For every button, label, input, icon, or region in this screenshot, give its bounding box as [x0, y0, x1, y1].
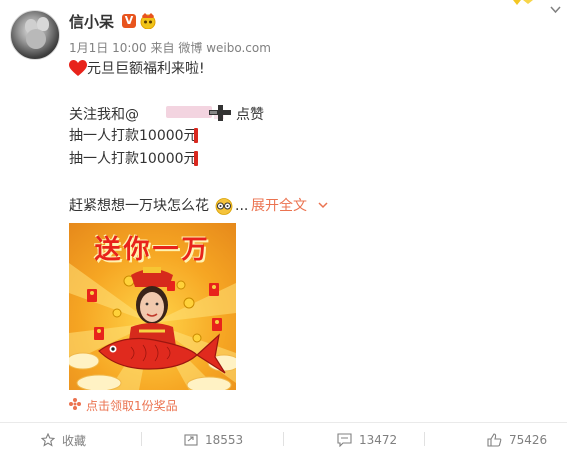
post-time[interactable]: 10:00 — [112, 41, 147, 55]
comment-count: 13472 — [359, 433, 398, 447]
exclamation-icon — [194, 128, 198, 143]
comment-icon — [337, 433, 352, 447]
username[interactable]: 信小呆 — [69, 11, 114, 32]
favorite-label: 收藏 — [62, 433, 87, 448]
like-button[interactable]: 75426 — [487, 429, 547, 451]
top-decor-icon — [513, 0, 533, 5]
plus-sticker-icon — [209, 105, 231, 121]
repost-count: 18553 — [205, 433, 244, 447]
verified-badge[interactable]: V — [122, 14, 136, 28]
expand-full-text-link[interactable]: 展开全文 — [251, 196, 307, 216]
action-separator — [283, 432, 284, 446]
poster-title: 送你一万 — [94, 235, 211, 265]
post-line-2-suffix: 点赞 — [236, 107, 264, 123]
blurred-mention[interactable] — [166, 106, 212, 118]
like-icon — [487, 433, 502, 447]
post-line-4: 抽一人打款10000元 — [69, 151, 198, 167]
post-line-2-prefix: 关注我和@ — [69, 107, 139, 123]
post-date[interactable]: 1月1日 — [69, 41, 108, 55]
action-separator — [141, 432, 142, 446]
post-meta: 1月1日 10:00 来自 微博 weibo.com — [69, 39, 271, 56]
reward-icon[interactable] — [69, 398, 81, 410]
post-source[interactable]: 微博 weibo.com — [178, 41, 271, 55]
emoji-icon — [215, 198, 233, 215]
post-line-3: 抽一人打款10000元 — [69, 128, 198, 144]
post-image[interactable]: 送你一万 — [69, 223, 236, 390]
repost-icon — [184, 434, 198, 446]
crown-icon[interactable] — [139, 12, 157, 29]
post-line-2: 关注我和@ — [69, 105, 139, 125]
comment-button[interactable]: 13472 — [337, 429, 397, 451]
heart-icon — [69, 60, 87, 76]
source-prefix: 来自 — [150, 41, 175, 55]
like-count: 75426 — [509, 433, 548, 447]
exclamation-icon — [194, 151, 198, 166]
post-line-1: 元旦巨额福利来啦! — [87, 61, 205, 77]
post-line-5: 赶紧想想一万块怎么花 — [69, 198, 209, 214]
avatar[interactable] — [10, 10, 60, 60]
ellipsis: ... — [235, 198, 249, 214]
menu-chevron-icon[interactable] — [550, 6, 561, 14]
action-separator — [424, 432, 425, 446]
reward-link[interactable]: 点击领取1份奖品 — [86, 397, 178, 414]
favorite-button[interactable]: 收藏 — [41, 429, 86, 451]
action-bar-divider — [0, 422, 567, 423]
repost-button[interactable]: 18553 — [184, 429, 243, 451]
star-icon — [41, 433, 55, 447]
chevron-down-icon[interactable] — [317, 199, 329, 211]
